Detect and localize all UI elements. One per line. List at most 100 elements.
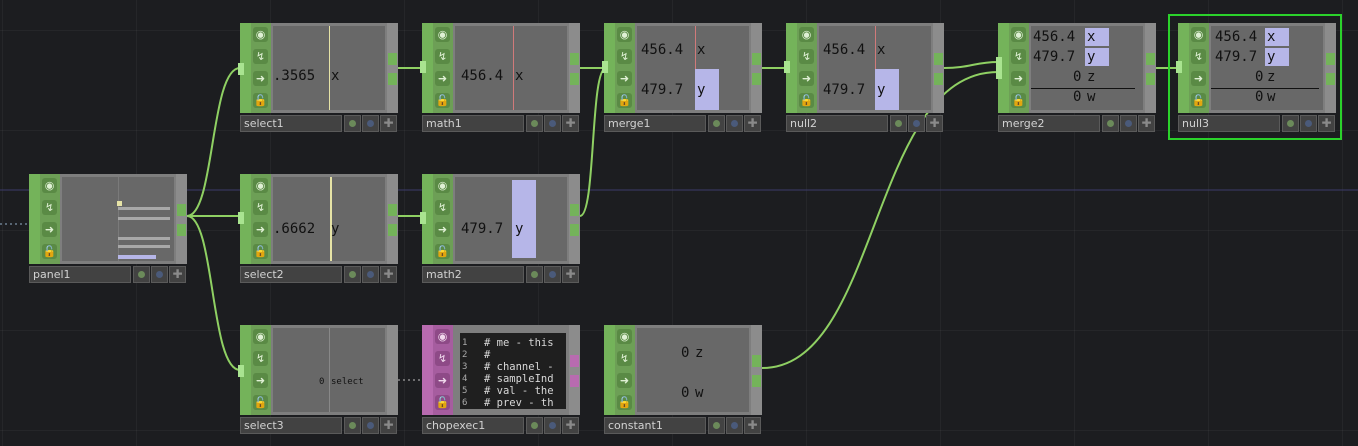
display-flag[interactable] [151,266,168,283]
node-options-flag[interactable]: ✚ [169,266,186,283]
bypass-icon[interactable]: ↯ [253,200,268,215]
input-connector[interactable] [1176,61,1182,73]
cook-arrow-icon[interactable]: ➜ [253,222,268,237]
viewer-flag[interactable] [890,115,907,132]
viewer-flag[interactable] [344,115,361,132]
output-connector[interactable] [570,355,579,367]
viewer-toggle-icon[interactable]: ◉ [435,329,450,344]
cook-arrow-icon[interactable]: ➜ [253,71,268,86]
output-connector[interactable] [177,204,186,216]
viewer-toggle-icon[interactable]: ◉ [435,178,450,193]
node-null3[interactable]: ◉ ↯ ➜ 🔓 456.4 x 479.7 y 0 z 0 w null3 ✚ [1176,23,1336,133]
output-connector[interactable] [1326,53,1335,65]
viewer-flag[interactable] [526,266,543,283]
output-connector[interactable] [934,53,943,65]
bypass-icon[interactable]: ↯ [617,49,632,64]
cook-arrow-icon[interactable]: ➜ [42,222,57,237]
output-connector[interactable] [752,355,761,367]
viewer-flag[interactable] [344,266,361,283]
output-connector[interactable] [570,375,579,387]
bypass-icon[interactable]: ↯ [253,49,268,64]
display-flag[interactable] [362,417,379,434]
viewer-flag[interactable] [344,417,361,434]
input-connector[interactable] [238,365,244,377]
display-flag[interactable] [1300,115,1317,132]
input-connector[interactable] [996,67,1002,79]
cook-arrow-icon[interactable]: ➜ [1011,71,1026,86]
display-flag[interactable] [1120,115,1137,132]
bypass-icon[interactable]: ↯ [435,200,450,215]
bypass-icon[interactable]: ↯ [435,351,450,366]
display-flag[interactable] [908,115,925,132]
lock-icon[interactable]: 🔓 [617,395,632,410]
node-options-flag[interactable]: ✚ [744,115,761,132]
node-options-flag[interactable]: ✚ [744,417,761,434]
lock-icon[interactable]: 🔓 [1191,93,1206,108]
viewer-flag[interactable] [1102,115,1119,132]
node-label[interactable]: constant1 [604,417,706,434]
bypass-icon[interactable]: ↯ [42,200,57,215]
output-connector[interactable] [388,204,397,216]
lock-icon[interactable]: 🔓 [617,93,632,108]
output-connector[interactable] [570,73,579,85]
output-connector[interactable] [388,224,397,236]
node-options-flag[interactable]: ✚ [562,115,579,132]
node-merge1[interactable]: ◉ ↯ ➜ 🔓 456.4 x 479.7 y merge1 ✚ [602,23,762,133]
input-connector[interactable] [238,212,244,224]
bypass-icon[interactable]: ↯ [1191,49,1206,64]
viewer-toggle-icon[interactable]: ◉ [1011,27,1026,42]
node-label[interactable]: select1 [240,115,342,132]
display-flag[interactable] [544,266,561,283]
node-label[interactable]: null2 [786,115,888,132]
bypass-icon[interactable]: ↯ [799,49,814,64]
viewer-flag[interactable] [526,115,543,132]
node-options-flag[interactable]: ✚ [562,417,579,434]
bypass-icon[interactable]: ↯ [1011,49,1026,64]
node-constant1[interactable]: ◉ ↯ ➜ 🔓 0 z 0 w constant1 ✚ [604,325,762,435]
display-flag[interactable] [726,115,743,132]
output-connector[interactable] [1146,73,1155,85]
lock-icon[interactable]: 🔓 [253,93,268,108]
output-connector[interactable] [388,73,397,85]
cook-arrow-icon[interactable]: ➜ [799,71,814,86]
input-connector[interactable] [238,63,244,75]
node-chopexec1[interactable]: ◉ ↯ ➜ 🔓 1 # me - this 2 # 3 # channel - … [422,325,580,435]
viewer-flag[interactable] [708,417,725,434]
node-label[interactable]: select2 [240,266,342,283]
cook-arrow-icon[interactable]: ➜ [1191,71,1206,86]
viewer-toggle-icon[interactable]: ◉ [253,27,268,42]
output-connector[interactable] [388,53,397,65]
viewer-flag[interactable] [1282,115,1299,132]
cook-arrow-icon[interactable]: ➜ [435,373,450,388]
input-connector[interactable] [784,61,790,73]
input-connector[interactable] [602,61,608,73]
lock-icon[interactable]: 🔓 [253,244,268,259]
node-label[interactable]: math2 [422,266,524,283]
display-flag[interactable] [544,417,561,434]
node-label[interactable]: panel1 [29,266,131,283]
viewer-toggle-icon[interactable]: ◉ [799,27,814,42]
output-connector[interactable] [752,73,761,85]
lock-icon[interactable]: 🔓 [435,93,450,108]
viewer-toggle-icon[interactable]: ◉ [253,178,268,193]
cook-arrow-icon[interactable]: ➜ [253,373,268,388]
node-select1[interactable]: ◉ ↯ ➜ 🔓 .3565 x select1 ✚ [238,23,398,133]
display-flag[interactable] [362,266,379,283]
output-connector[interactable] [1146,53,1155,65]
output-connector[interactable] [752,375,761,387]
cook-arrow-icon[interactable]: ➜ [617,373,632,388]
node-label[interactable]: select3 [240,417,342,434]
output-connector[interactable] [570,224,579,236]
node-label[interactable]: merge2 [998,115,1100,132]
node-label[interactable]: chopexec1 [422,417,524,434]
bypass-icon[interactable]: ↯ [435,49,450,64]
node-options-flag[interactable]: ✚ [380,115,397,132]
node-label[interactable]: null3 [1178,115,1280,132]
viewer-flag[interactable] [708,115,725,132]
viewer-toggle-icon[interactable]: ◉ [435,27,450,42]
node-options-flag[interactable]: ✚ [562,266,579,283]
node-options-flag[interactable]: ✚ [926,115,943,132]
node-options-flag[interactable]: ✚ [380,266,397,283]
lock-icon[interactable]: 🔓 [1011,93,1026,108]
output-connector[interactable] [752,53,761,65]
